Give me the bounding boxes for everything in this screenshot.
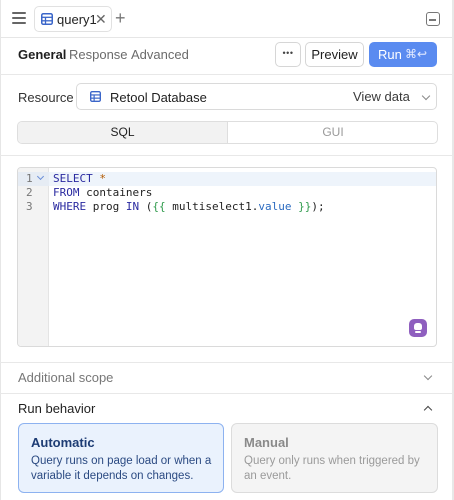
query-tab-strip: query1 ✕ +	[0, 0, 452, 38]
option-title: Manual	[244, 435, 289, 450]
active-line-highlight	[49, 172, 436, 186]
menu-icon[interactable]	[12, 12, 26, 24]
run-label: Run	[378, 47, 402, 62]
query-subtabs: General Response Advanced ••• Preview Ru…	[0, 38, 452, 74]
code-line: WHERE prog IN ({{ multiselect1.value }})…	[53, 200, 325, 213]
chevron-down-icon[interactable]	[421, 91, 431, 101]
additional-scope-header[interactable]: Additional scope	[18, 370, 113, 385]
sql-wildcard: *	[99, 172, 106, 185]
run-behavior-header[interactable]: Run behavior	[18, 401, 95, 416]
panel-border-left	[0, 0, 1, 500]
sql-keyword: SELECT	[53, 172, 93, 185]
plus-icon[interactable]: +	[115, 8, 126, 28]
code-line: SELECT *	[53, 172, 106, 185]
active-line-gutter	[18, 172, 49, 186]
option-description: Query only runs when triggered by an eve…	[244, 455, 420, 482]
resource-select[interactable]: Retool Database View data	[76, 83, 437, 110]
mode-sql-option[interactable]: SQL	[18, 122, 228, 143]
tab-query1[interactable]: query1 ✕	[34, 6, 112, 32]
resource-label: Resource	[18, 90, 74, 105]
sql-table-name: containers	[86, 186, 153, 199]
query-editor-panel: query1 ✕ + General Response Advanced •••…	[0, 0, 454, 500]
option-title: Automatic	[31, 435, 95, 450]
run-button[interactable]: Run ⌘↩	[369, 42, 437, 67]
tab-general[interactable]: General	[18, 47, 66, 62]
collapse-panel-icon[interactable]	[426, 12, 440, 26]
line-number: 3	[26, 200, 33, 213]
table-icon	[41, 13, 53, 25]
sql-keyword: FROM	[53, 186, 80, 199]
template-object: multiselect1	[172, 200, 252, 213]
tab-label: query1	[57, 12, 97, 27]
mode-gui-option[interactable]: GUI	[228, 122, 437, 143]
preview-button[interactable]: Preview	[305, 42, 364, 67]
query-mode-toggle: SQL GUI	[17, 121, 438, 144]
view-data-link[interactable]: View data	[353, 89, 410, 104]
line-number: 2	[26, 186, 33, 199]
line-number: 1	[26, 172, 33, 185]
divider	[0, 74, 452, 75]
divider	[0, 155, 452, 156]
tab-response[interactable]: Response	[69, 47, 128, 62]
run-behavior-automatic-option[interactable]: Automatic Query runs on page load or whe…	[18, 423, 224, 493]
line-number-gutter	[18, 168, 49, 346]
sql-keyword: IN	[125, 200, 140, 213]
divider	[0, 362, 452, 363]
ellipsis-icon: •••	[282, 48, 294, 58]
sql-column: prog	[92, 200, 120, 213]
resource-value: Retool Database	[110, 90, 207, 105]
tab-advanced[interactable]: Advanced	[131, 47, 189, 62]
sql-code-editor[interactable]: 1 2 3 SELECT * FROM containers WHERE pro…	[17, 167, 437, 347]
code-line: FROM containers	[53, 186, 152, 199]
template-close: }}	[298, 200, 312, 213]
run-behavior-manual-option[interactable]: Manual Query only runs when triggered by…	[231, 423, 438, 493]
sql-statement-end: );	[311, 200, 325, 213]
more-options-button[interactable]: •••	[275, 42, 301, 67]
enter-key-icon: ⌘↩	[405, 47, 428, 61]
chevron-up-icon[interactable]	[423, 405, 433, 415]
assistant-icon[interactable]	[409, 319, 427, 337]
close-icon[interactable]: ✕	[95, 11, 107, 27]
template-open: {{	[152, 200, 166, 213]
chevron-down-icon[interactable]	[423, 371, 433, 381]
divider	[0, 393, 452, 394]
database-icon	[90, 91, 101, 102]
sql-keyword: WHERE	[53, 200, 87, 213]
option-description: Query runs on page load or when a variab…	[31, 455, 212, 482]
template-property: value	[258, 200, 292, 213]
